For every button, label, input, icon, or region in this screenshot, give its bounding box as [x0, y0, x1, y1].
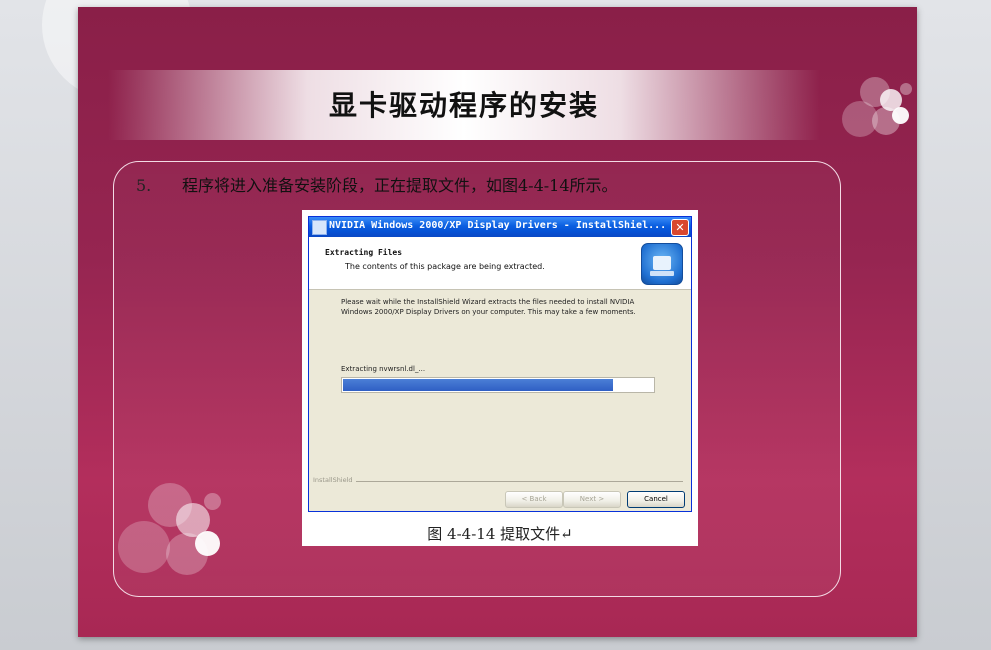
figure: NVIDIA Windows 2000/XP Display Drivers -…: [302, 210, 698, 546]
cancel-button[interactable]: Cancel: [627, 491, 685, 508]
window-titlebar[interactable]: NVIDIA Windows 2000/XP Display Drivers -…: [309, 217, 691, 237]
close-icon[interactable]: ✕: [671, 219, 689, 236]
figure-caption: 图 4-4-14 提取文件↵: [427, 525, 573, 543]
title-band: 显卡驱动程序的安装: [108, 70, 820, 140]
content-box: 5. 程序将进入准备安装阶段，正在提取文件，如图4-4-14所示。 NVIDIA …: [113, 161, 841, 597]
app-icon: [312, 220, 327, 235]
header-title: Extracting Files: [325, 248, 403, 257]
header-panel: Extracting Files The contents of this pa…: [309, 237, 691, 290]
step-line: 5. 程序将进入准备安装阶段，正在提取文件，如图4-4-14所示。: [136, 172, 618, 196]
step-number: 5.: [136, 176, 152, 195]
slide-title: 显卡驱动程序的安装: [328, 89, 599, 122]
computer-setup-icon: [641, 243, 683, 285]
progress-fill: [343, 379, 613, 391]
installer-dialog: NVIDIA Windows 2000/XP Display Drivers -…: [308, 216, 692, 512]
next-button[interactable]: Next >: [563, 491, 621, 508]
decor-bubble: [900, 83, 912, 95]
window-title: NVIDIA Windows 2000/XP Display Drivers -…: [329, 220, 667, 231]
installshield-brand: InstallShield: [313, 476, 356, 484]
divider: [349, 481, 683, 482]
step-text: 程序将进入准备安装阶段，正在提取文件，如图4-4-14所示。: [182, 176, 618, 195]
progress-bar: [341, 377, 655, 393]
slide: 显卡驱动程序的安装 5. 程序将进入准备安装阶段，正在提取文件，如图4-4-14所…: [78, 7, 917, 637]
decor-bubble: [892, 107, 909, 124]
header-subtitle: The contents of this package are being e…: [345, 262, 545, 271]
extracting-label: Extracting nvwrsnl.dl_...: [341, 365, 426, 373]
body-text: Please wait while the InstallShield Wiza…: [341, 298, 636, 316]
back-button[interactable]: < Back: [505, 491, 563, 508]
